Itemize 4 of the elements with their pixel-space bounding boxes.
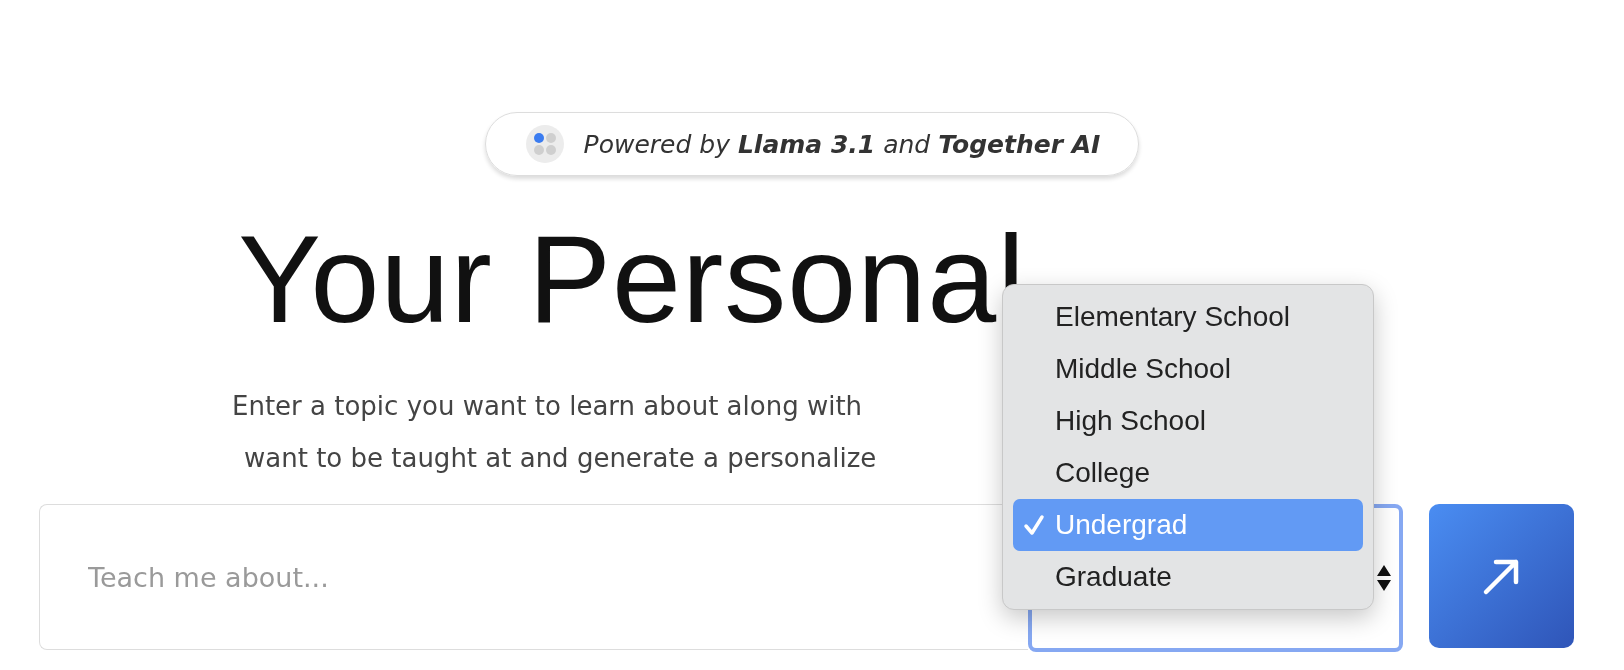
description-text: Enter a topic you want to learn about along with [232,390,863,423]
description-text: want to be taught at and generate a personalize [243,442,877,475]
powered-by-text: Powered by Llama 3.1 and Together AI [583,129,1101,159]
heading: Your Personal [238,214,1026,344]
